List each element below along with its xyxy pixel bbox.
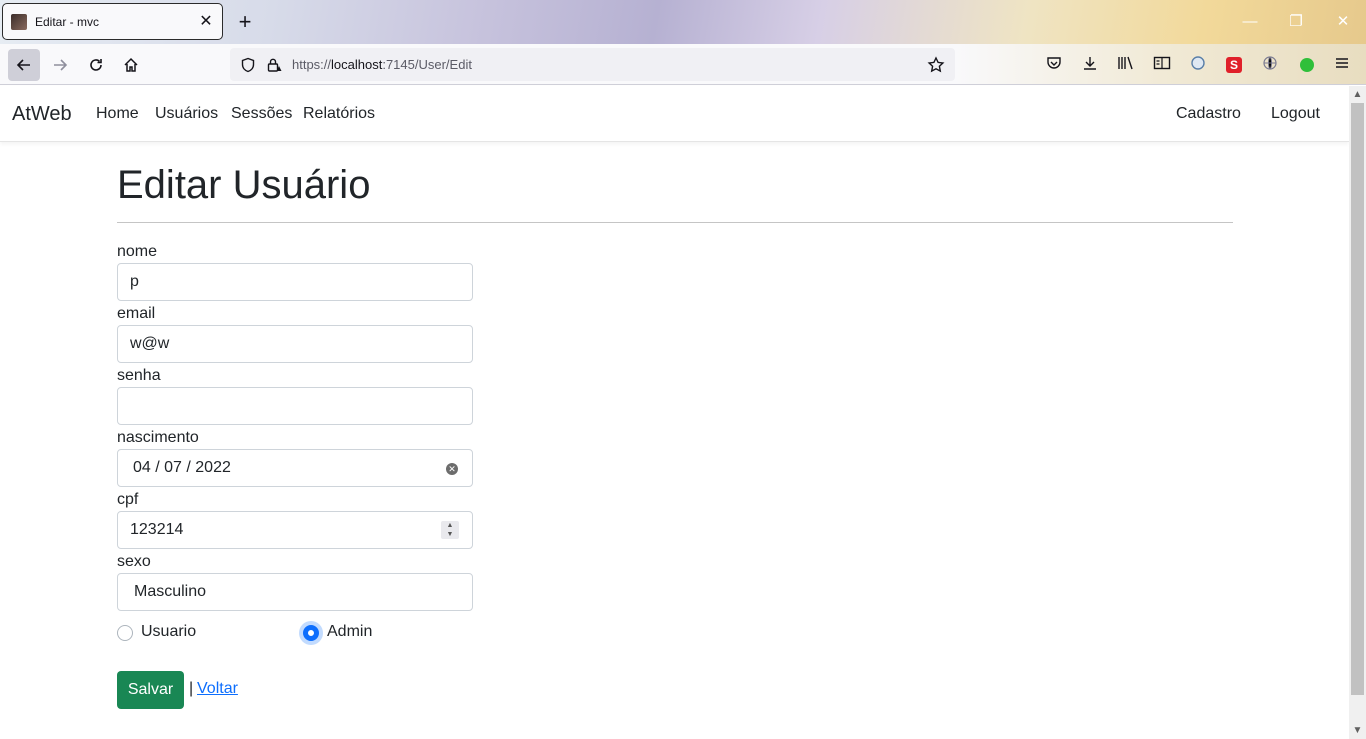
page-scrollbar[interactable]: ▲ ▼ (1349, 86, 1366, 739)
new-tab-icon[interactable]: + (234, 11, 256, 33)
arrow-left-icon (16, 59, 30, 71)
green-extension-icon[interactable] (1300, 58, 1314, 72)
extension-icon[interactable] (1188, 55, 1208, 75)
brand-link[interactable]: AtWeb (12, 103, 72, 126)
app-navbar: AtWeb Home Usuários Sessões Relatórios C… (0, 86, 1349, 142)
nascimento-value: 04 / 07 / 2022 (133, 459, 231, 476)
pocket-icon[interactable] (1044, 55, 1064, 75)
senha-input[interactable] (117, 387, 473, 425)
nav-link-relatorios[interactable]: Relatórios (303, 105, 375, 123)
address-bar[interactable]: https://localhost:7145/User/Edit (230, 48, 955, 81)
reader-icon[interactable] (1152, 55, 1172, 75)
nascimento-date-input[interactable]: 04 / 07 / 2022 ✕ (117, 449, 473, 487)
home-button[interactable] (115, 49, 147, 81)
favicon-icon (11, 13, 27, 30)
minimize-icon[interactable]: — (1240, 12, 1260, 32)
bookmark-star-icon[interactable] (927, 55, 945, 74)
nome-label: nome (117, 243, 158, 260)
arrow-right-icon (54, 59, 68, 71)
nome-input[interactable]: p (117, 263, 473, 301)
save-button[interactable]: Salvar (117, 671, 184, 709)
clear-date-icon[interactable]: ✕ (446, 463, 458, 475)
maximize-icon[interactable]: ❐ (1286, 12, 1306, 32)
browser-tab[interactable]: Editar - mvc ✕ (2, 3, 223, 40)
scroll-down-icon[interactable]: ▼ (1349, 722, 1366, 739)
nav-link-sessoes[interactable]: Sessões (231, 105, 292, 123)
lock-warning-icon[interactable] (266, 57, 282, 73)
nav-link-logout[interactable]: Logout (1271, 105, 1320, 123)
separator: | (189, 680, 194, 697)
cpf-label: cpf (117, 491, 139, 508)
radio-admin-label[interactable]: Admin (327, 623, 372, 641)
reload-icon (90, 59, 102, 71)
radio-admin[interactable] (303, 625, 319, 641)
shield-icon[interactable] (240, 57, 256, 73)
web-page: AtWeb Home Usuários Sessões Relatórios C… (0, 86, 1349, 739)
nav-link-home[interactable]: Home (96, 105, 139, 123)
page-title: Editar Usuário (117, 163, 371, 207)
red-extension-icon[interactable]: S (1226, 57, 1242, 73)
sexo-select[interactable]: Masculino (117, 573, 473, 611)
nav-link-cadastro[interactable]: Cadastro (1176, 105, 1241, 123)
window-close-icon[interactable]: ✕ (1333, 12, 1353, 32)
back-link[interactable]: Voltar (197, 680, 238, 698)
email-input[interactable]: w@w (117, 325, 473, 363)
library-icon[interactable] (1116, 55, 1136, 75)
url-path: :7145/User/Edit (382, 57, 472, 72)
sexo-label: sexo (117, 553, 151, 570)
cpf-number-input[interactable]: 123214 ▲ ▼ (117, 511, 473, 549)
close-tab-icon[interactable]: ✕ (198, 13, 214, 30)
tab-title: Editar - mvc (35, 14, 100, 29)
home-icon (124, 57, 138, 72)
senha-label: senha (117, 367, 161, 384)
nascimento-label: nascimento (117, 429, 199, 446)
radio-usuario-label[interactable]: Usuario (141, 623, 196, 641)
sexo-value: Masculino (134, 583, 207, 600)
scroll-up-icon[interactable]: ▲ (1349, 86, 1366, 103)
cpf-value: 123214 (130, 521, 184, 538)
url-text[interactable]: https://localhost:7145/User/Edit (292, 57, 927, 72)
globe-icon[interactable] (1260, 55, 1280, 75)
download-icon[interactable] (1080, 55, 1100, 75)
url-prefix: https:// (292, 57, 332, 72)
nome-value: p (130, 273, 139, 290)
browser-toolbar: https://localhost:7145/User/Edit S (0, 44, 1366, 85)
email-value: w@w (130, 335, 170, 352)
forward-button[interactable] (44, 49, 76, 81)
nav-link-usuarios[interactable]: Usuários (155, 105, 218, 123)
url-host: localhost (331, 57, 383, 72)
email-label: email (117, 305, 156, 322)
browser-tab-bar: Editar - mvc ✕ + — ❐ ✕ (0, 0, 1366, 44)
back-button[interactable] (8, 49, 40, 81)
radio-usuario[interactable] (117, 625, 133, 641)
reload-button[interactable] (80, 49, 112, 81)
title-divider (117, 222, 1233, 223)
number-spinner-icon[interactable]: ▲ ▼ (441, 521, 459, 539)
menu-icon[interactable] (1332, 55, 1352, 75)
scroll-thumb[interactable] (1351, 103, 1364, 695)
